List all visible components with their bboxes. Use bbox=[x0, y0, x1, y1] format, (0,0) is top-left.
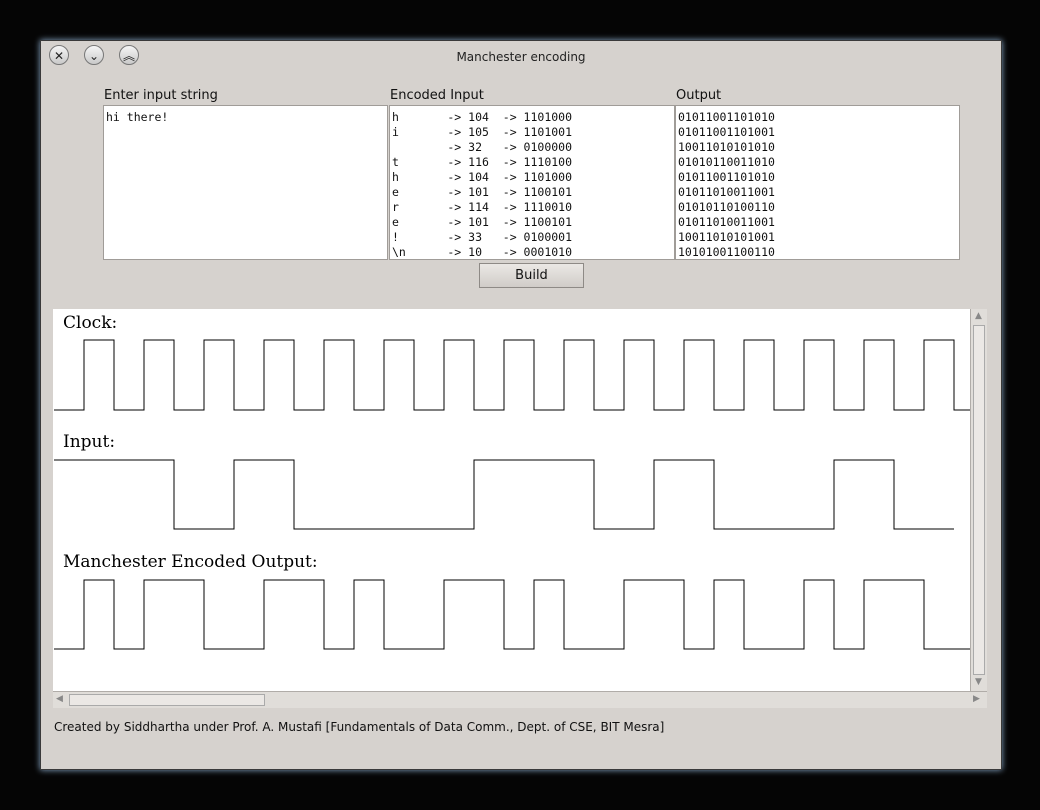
encoded-label: Encoded Input bbox=[390, 88, 484, 103]
waveform-canvas: Clock: Input: Manchester Encoded Output: bbox=[53, 309, 970, 691]
input-text-value: hi there! bbox=[106, 110, 169, 124]
input-label: Enter input string bbox=[104, 88, 218, 103]
main-window: ✕ ⌄ ︽ Manchester encoding Enter input st… bbox=[40, 40, 1002, 770]
waveform-svg bbox=[54, 339, 970, 650]
encoded-row: \n -> 10 -> 0001010 bbox=[392, 245, 573, 259]
encoded-row: e -> 101 -> 1100101 bbox=[392, 185, 573, 199]
input-trace bbox=[54, 459, 954, 530]
vertical-scrollbar[interactable]: ▲ ▼ bbox=[970, 309, 987, 691]
encoded-row: h -> 104 -> 1101000 bbox=[392, 110, 573, 124]
vertical-scroll-thumb[interactable] bbox=[973, 325, 985, 675]
footer-credit: Created by Siddhartha under Prof. A. Mus… bbox=[54, 720, 665, 734]
input-waveform bbox=[54, 459, 954, 530]
encoded-row: h -> 104 -> 1101000 bbox=[392, 170, 573, 184]
output-row: 10101001100110 bbox=[678, 245, 775, 259]
scroll-down-icon[interactable]: ▼ bbox=[975, 677, 982, 687]
encoded-row: ! -> 33 -> 0100001 bbox=[392, 230, 573, 244]
scroll-up-icon[interactable]: ▲ bbox=[975, 311, 982, 321]
clock-waveform bbox=[54, 339, 970, 411]
encoded-row: i -> 105 -> 1101001 bbox=[392, 125, 573, 139]
output-row: 01011001101010 bbox=[678, 170, 775, 184]
horizontal-scroll-thumb[interactable] bbox=[69, 694, 265, 706]
scroll-right-icon[interactable]: ▶ bbox=[973, 694, 980, 704]
scroll-left-icon[interactable]: ◀ bbox=[56, 694, 63, 704]
output-row: 01010110011010 bbox=[678, 155, 775, 169]
title-bar: ✕ ⌄ ︽ Manchester encoding bbox=[41, 41, 1001, 73]
output-row: 01011010011001 bbox=[678, 185, 775, 199]
manchester-waveform bbox=[54, 579, 970, 650]
output-row: 01011010011001 bbox=[678, 215, 775, 229]
build-button[interactable]: Build bbox=[479, 263, 584, 288]
output-area[interactable]: 01011001101010 01011001101001 100110101010… bbox=[675, 105, 960, 260]
encoded-input-area[interactable]: h -> 104 -> 1101000 i -> 105 -> 1101001 -… bbox=[389, 105, 675, 260]
output-row: 10011010101010 bbox=[678, 140, 775, 154]
output-row: 01010110100110 bbox=[678, 200, 775, 214]
window-title: Manchester encoding bbox=[456, 50, 586, 64]
encoded-row: e -> 101 -> 1100101 bbox=[392, 215, 573, 229]
output-row: 01011001101001 bbox=[678, 125, 775, 139]
input-text-area[interactable]: hi there! bbox=[103, 105, 388, 260]
output-row: 01011001101010 bbox=[678, 110, 775, 124]
horizontal-scrollbar[interactable]: ◀ ▶ bbox=[53, 691, 987, 708]
manchester-trace bbox=[54, 579, 970, 650]
clock-trace bbox=[54, 339, 970, 411]
encoded-row: t -> 116 -> 1110100 bbox=[392, 155, 573, 169]
encoded-row: r -> 114 -> 1110010 bbox=[392, 200, 573, 214]
output-label: Output bbox=[676, 88, 722, 103]
encoded-row: -> 32 -> 0100000 bbox=[392, 140, 573, 154]
output-row: 10011010101001 bbox=[678, 230, 775, 244]
